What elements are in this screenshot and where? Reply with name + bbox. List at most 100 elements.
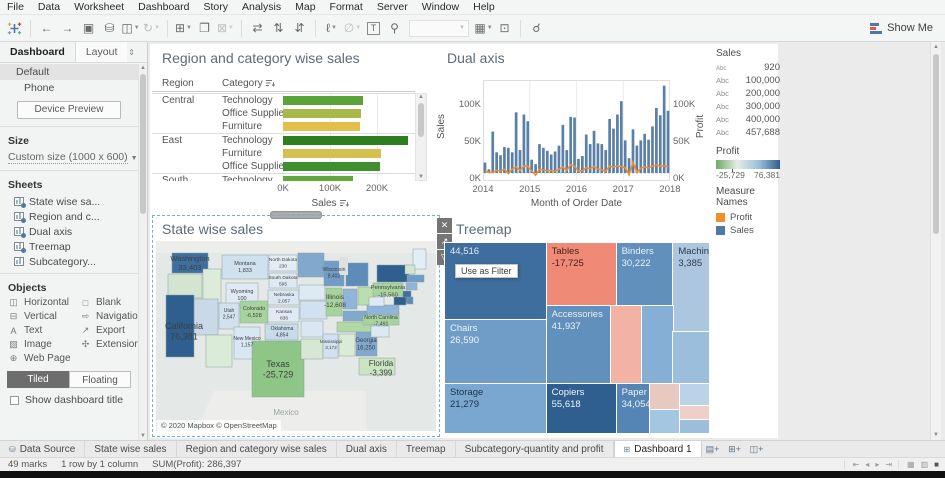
state-idaho[interactable] xyxy=(203,269,221,303)
menu-analysis[interactable]: Analysis xyxy=(235,0,288,15)
swap-rows-columns-icon[interactable]: ⇄ xyxy=(248,18,267,39)
highlight-icon[interactable]: ℓ▼ xyxy=(322,18,341,39)
device-default-row[interactable]: Default xyxy=(0,64,138,80)
treemap-cell[interactable] xyxy=(650,410,680,433)
object-extension[interactable]: ✣Extension xyxy=(80,339,138,350)
save-icon[interactable]: ▣ xyxy=(79,18,98,39)
sales-bar[interactable] xyxy=(573,118,576,174)
x-axis-label[interactable]: Sales xyxy=(283,198,377,210)
show-dashboard-title-checkbox[interactable] xyxy=(10,396,19,405)
sheet-tab-state-wise-sales[interactable]: State wise sales xyxy=(85,441,176,457)
sales-bar[interactable] xyxy=(667,111,670,173)
menu-help[interactable]: Help xyxy=(466,0,502,15)
profit-color-ramp[interactable] xyxy=(716,160,780,169)
duplicate-sheet-icon[interactable]: ❐ xyxy=(195,18,214,39)
scroll-up-icon[interactable]: ▲ xyxy=(931,44,941,50)
state-west-virginia[interactable] xyxy=(369,297,384,306)
measure-names-title[interactable]: Measure Names xyxy=(716,186,780,208)
sales-bar[interactable] xyxy=(283,136,408,145)
sales-bar[interactable] xyxy=(659,115,662,173)
treemap-cell[interactable]: 44,516 xyxy=(445,243,547,320)
state-minnesota[interactable] xyxy=(298,253,324,277)
sheet-tab-treemap[interactable]: Treemap xyxy=(397,441,456,457)
menu-map[interactable]: Map xyxy=(288,0,322,15)
sheet-tab-dashboard-1[interactable]: ⊞Dashboard 1 xyxy=(614,441,702,457)
state-missouri[interactable] xyxy=(300,301,327,319)
sales-bar[interactable] xyxy=(526,121,529,173)
new-story-button[interactable]: ◫+ xyxy=(746,441,768,457)
scroll-thumb[interactable] xyxy=(418,103,424,137)
object-image[interactable]: ▧Image xyxy=(8,339,80,350)
measure-legend-item[interactable]: Sales xyxy=(716,224,780,237)
scroll-thumb[interactable] xyxy=(140,74,146,214)
state-virginia[interactable] xyxy=(367,305,399,315)
new-worksheet-icon[interactable]: ⊞▼ xyxy=(174,18,193,39)
menu-file[interactable]: File xyxy=(0,0,31,15)
clear-sheet-icon[interactable]: ⊠▼ xyxy=(216,18,235,39)
sheet-list-item[interactable]: Treemap xyxy=(0,239,138,254)
state-connecticut[interactable] xyxy=(406,283,417,290)
sales-legend-item[interactable]: Abc400,000 xyxy=(716,114,780,127)
sales-bar[interactable] xyxy=(283,162,380,171)
object-navigation[interactable]: ⇨Navigation xyxy=(80,311,138,322)
object-blank[interactable]: □Blank xyxy=(80,297,138,308)
treemap-cell[interactable] xyxy=(680,384,709,407)
plot-area[interactable] xyxy=(483,80,670,181)
treemap-cell-chairs[interactable]: Chairs26,590 xyxy=(445,320,547,384)
state-montana[interactable] xyxy=(222,255,268,279)
sales-legend-title[interactable]: Sales xyxy=(716,48,780,59)
zone-drag-handle[interactable] xyxy=(270,211,322,219)
tableau-logo-icon[interactable] xyxy=(5,18,24,39)
menu-data[interactable]: Data xyxy=(31,0,67,15)
menu-window[interactable]: Window xyxy=(415,0,466,15)
treemap-cell-copiers[interactable]: Copiers55,618 xyxy=(547,384,617,433)
sheet-tab-data-source[interactable]: ⛁Data Source xyxy=(0,441,85,457)
state-alabama[interactable] xyxy=(339,334,355,356)
fix-axes-icon[interactable]: ⚲ xyxy=(385,18,404,39)
treemap-cell[interactable] xyxy=(650,384,680,411)
sales-bar[interactable] xyxy=(283,109,361,118)
size-dropdown[interactable]: Custom size (1000 x 600) ▼ xyxy=(0,150,138,166)
sort-descending-icon[interactable]: ⇵ xyxy=(290,18,309,39)
zone-dual-axis-chart[interactable]: Dual axis Sales Profit Month of Order Da… xyxy=(437,46,712,213)
sort-icon[interactable] xyxy=(340,199,349,210)
measure-legend-item[interactable]: Profit xyxy=(716,211,780,224)
zone-treemap[interactable]: Treemap 44,516Chairs26,590Storage21,279T… xyxy=(441,215,712,437)
scroll-down-icon[interactable]: ▼ xyxy=(416,174,426,180)
state-vermont[interactable] xyxy=(405,265,415,274)
run-auto-updates-icon[interactable]: ↻▼ xyxy=(142,18,161,39)
sales-bar[interactable] xyxy=(534,164,537,173)
sales-bar[interactable] xyxy=(663,86,666,173)
presentation-mode-icon[interactable]: ⊡ xyxy=(495,18,514,39)
sales-bar[interactable] xyxy=(655,108,658,173)
device-phone-row[interactable]: Phone xyxy=(0,80,138,96)
sales-bar[interactable] xyxy=(283,176,353,181)
treemap-cell-binders[interactable]: Binders30,222 xyxy=(617,243,674,306)
menu-worksheet[interactable]: Worksheet xyxy=(67,0,131,15)
floating-button[interactable]: Floating xyxy=(69,371,131,388)
treemap-cell-accessories[interactable]: Accessories41,937 xyxy=(547,306,612,384)
treemap-cell[interactable] xyxy=(680,420,709,433)
format-link-icon[interactable]: ∅▼ xyxy=(343,18,362,39)
state-arkansas[interactable] xyxy=(301,321,323,337)
sales-bar[interactable] xyxy=(283,96,363,105)
treemap-cell[interactable] xyxy=(611,306,641,384)
menu-format[interactable]: Format xyxy=(323,0,370,15)
column-header-category[interactable]: Category xyxy=(222,78,275,90)
object-text[interactable]: AText xyxy=(8,325,80,336)
state-oregon[interactable] xyxy=(168,274,202,298)
sales-legend-item[interactable]: Abc300,000 xyxy=(716,101,780,114)
object-vertical[interactable]: ⊟Vertical xyxy=(8,311,80,322)
state-new-york[interactable] xyxy=(377,265,409,282)
tab-dashboard[interactable]: Dashboard xyxy=(0,42,75,62)
object-horizontal[interactable]: ◫Horizontal xyxy=(8,297,80,308)
scroll-thumb[interactable] xyxy=(933,54,939,234)
sales-bar[interactable] xyxy=(600,144,603,173)
scroll-up-icon[interactable]: ▲ xyxy=(139,65,147,71)
sales-legend-item[interactable]: Abc457,688 xyxy=(716,127,780,140)
record-navigation[interactable]: ⇤◂▸⇥ xyxy=(844,460,892,469)
device-preview-button[interactable]: Device Preview xyxy=(17,101,121,119)
view-mode-toggles[interactable]: ▦▥■ xyxy=(898,460,939,469)
add-data-source-icon[interactable]: ⛁ xyxy=(100,18,119,39)
show-me-button[interactable]: Show Me xyxy=(870,22,945,34)
